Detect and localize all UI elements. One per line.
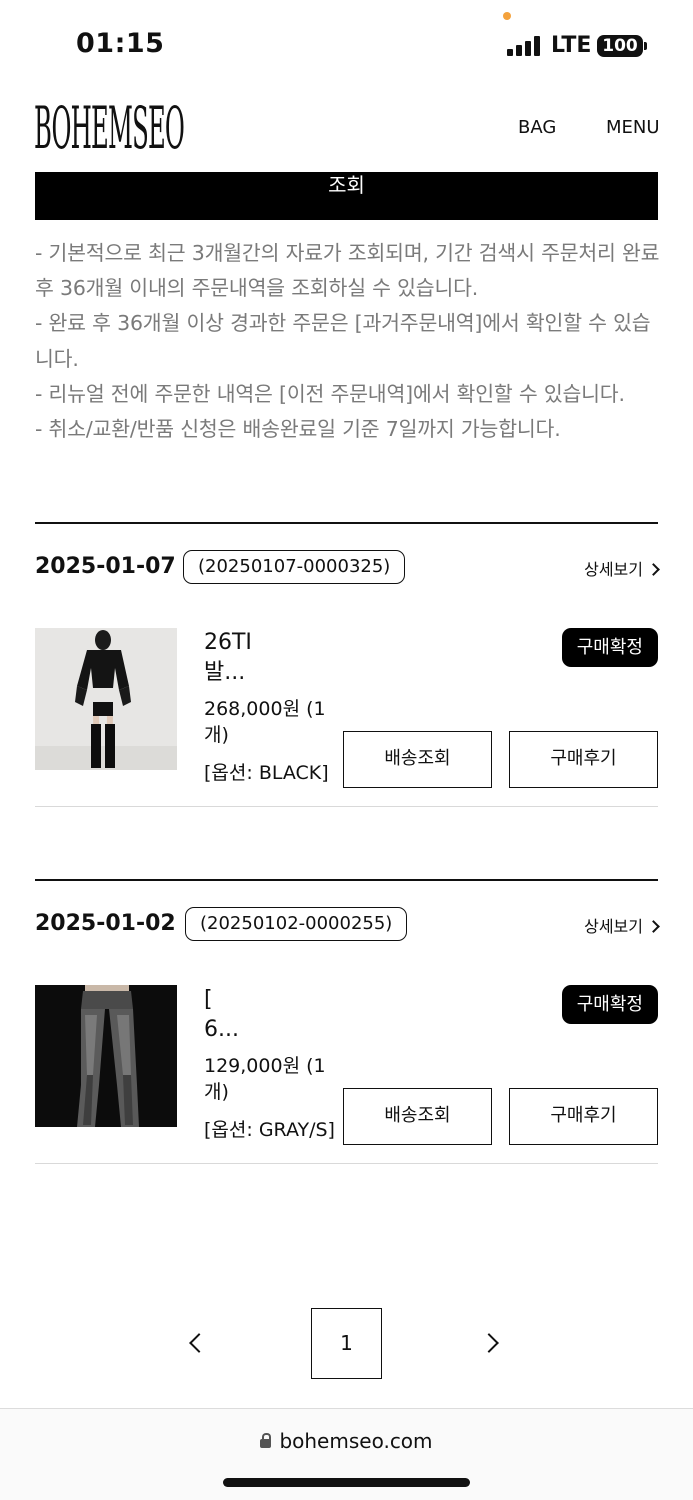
signal-icon — [507, 36, 543, 56]
order-bottom-divider — [35, 806, 658, 807]
product-option: [옵션: BLACK] — [204, 762, 329, 784]
privacy-dot-icon — [503, 12, 511, 20]
chevron-right-icon — [647, 563, 660, 576]
status-bar: 01:15 LTE 100 — [0, 0, 693, 90]
brand-logo[interactable]: BOHEMSEO — [34, 92, 185, 164]
notice-list: - 기본적으로 최근 3개월간의 자료가 조회되며, 기간 검색시 주문처리 완… — [35, 236, 665, 447]
notice-item: - 리뉴얼 전에 주문한 내역은 [이전 주문내역]에서 확인할 수 있습니다. — [35, 381, 625, 406]
order-number: (20250102-0000255) — [185, 907, 408, 941]
order-divider — [35, 522, 658, 524]
product-thumbnail[interactable] — [35, 985, 177, 1127]
write-review-button[interactable]: 구매후기 — [509, 731, 658, 788]
battery-icon: 100 — [597, 35, 643, 57]
order-date: 2025-01-07 — [35, 554, 176, 579]
product-price: 129,000원 (1개) — [204, 1055, 326, 1103]
order-detail-link[interactable]: 상세보기 — [584, 913, 660, 937]
product-name[interactable]: 26TI 발... — [204, 628, 284, 688]
search-button[interactable]: 조회 — [35, 172, 658, 220]
order-date: 2025-01-02 — [35, 911, 176, 936]
pagination: 1 — [0, 1308, 693, 1380]
order-divider — [35, 879, 658, 881]
product-thumbnail[interactable] — [35, 628, 177, 770]
lock-icon — [260, 1433, 272, 1448]
notice-item: - 기본적으로 최근 3개월간의 자료가 조회되며, 기간 검색시 주문처리 완… — [35, 241, 660, 301]
detail-link-label: 상세보기 — [584, 917, 643, 936]
home-indicator[interactable] — [223, 1478, 470, 1487]
order-number: (20250107-0000325) — [183, 550, 406, 584]
order-detail-link[interactable]: 상세보기 — [584, 556, 660, 580]
chevron-right-icon[interactable] — [479, 1333, 499, 1353]
site-header: BOHEMSEO BAG MENU — [0, 90, 693, 172]
notice-item: - 완료 후 36개월 이상 경과한 주문은 [과거주문내역]에서 확인할 수 … — [35, 311, 651, 371]
write-review-button[interactable]: 구매후기 — [509, 1088, 658, 1145]
page-number-current[interactable]: 1 — [311, 1308, 382, 1379]
track-delivery-button[interactable]: 배송조회 — [343, 731, 492, 788]
battery-tip — [644, 42, 647, 50]
chevron-right-icon — [647, 920, 660, 933]
bag-link[interactable]: BAG — [518, 117, 556, 138]
product-option: [옵션: GRAY/S] — [204, 1119, 335, 1141]
status-badge: 구매확정 — [561, 985, 658, 1024]
product-name[interactable]: [ 6... — [204, 985, 284, 1045]
status-badge: 구매확정 — [561, 628, 658, 667]
track-delivery-button[interactable]: 배송조회 — [343, 1088, 492, 1145]
product-price: 268,000원 (1개) — [204, 698, 326, 746]
menu-link[interactable]: MENU — [606, 117, 660, 138]
url-display[interactable]: bohemseo.com — [0, 1429, 693, 1453]
order-bottom-divider — [35, 1163, 658, 1164]
network-label: LTE — [551, 33, 592, 58]
url-text: bohemseo.com — [279, 1429, 433, 1453]
browser-url-bar[interactable]: bohemseo.com — [0, 1408, 693, 1500]
detail-link-label: 상세보기 — [584, 560, 643, 579]
chevron-left-icon[interactable] — [189, 1333, 209, 1353]
notice-item: - 취소/교환/반품 신청은 배송완료일 기준 7일까지 가능합니다. — [35, 417, 561, 442]
status-time: 01:15 — [76, 28, 165, 59]
